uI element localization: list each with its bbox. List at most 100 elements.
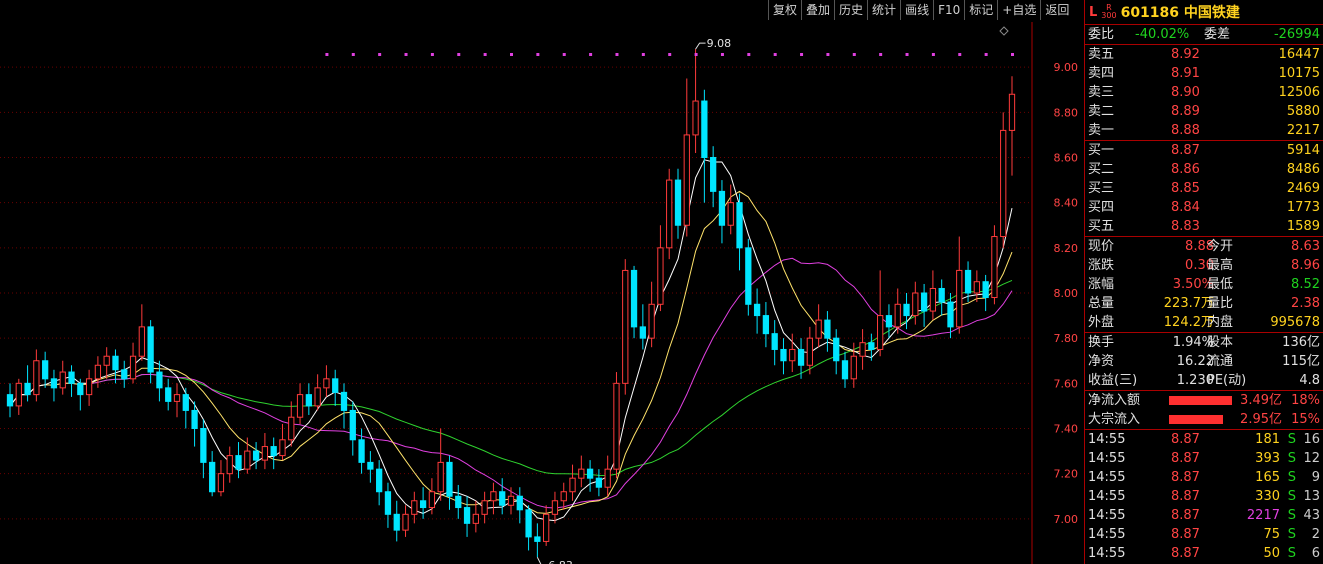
bid-label: 买三 <box>1088 181 1115 196</box>
candle-body <box>710 157 717 192</box>
candle-body <box>296 394 304 418</box>
candle-body <box>463 507 471 524</box>
candle-body <box>138 326 145 357</box>
candle-body <box>173 394 181 402</box>
candle-body <box>6 394 14 407</box>
toolbar-button[interactable]: +自选 <box>997 0 1040 20</box>
ask-row[interactable]: 卖一 8.88 2217 <box>1085 121 1323 140</box>
toolbar-button[interactable]: F10 <box>933 0 964 20</box>
bid-volume: 5914 <box>1286 143 1320 158</box>
stat-label: 流通 <box>1207 354 1234 369</box>
candle-body <box>780 348 787 362</box>
signal-marker <box>747 53 751 56</box>
candle-body <box>877 315 884 350</box>
kline-chart[interactable]: 9.00 8.80 8.60 8.40 8.20 8.00 7.80 7.60 7.40 7.20… <box>0 22 1084 564</box>
candle-body <box>885 315 893 328</box>
tick-price: 8.87 <box>1171 470 1200 485</box>
candle-body <box>578 468 585 479</box>
ask-row[interactable]: 卖三 8.90 12506 <box>1085 83 1323 102</box>
bid-row[interactable]: 买一 8.87 5914 <box>1085 141 1323 160</box>
candle-body <box>42 360 49 380</box>
bid-row[interactable]: 买二 8.86 8486 <box>1085 160 1323 179</box>
tick-count: 43 <box>1303 508 1320 523</box>
price-annotation: 6.83 <box>548 559 573 564</box>
candle-body <box>833 337 840 362</box>
candle-body <box>938 287 945 303</box>
candle-body <box>165 387 172 402</box>
signal-marker <box>641 53 645 56</box>
candle-body <box>753 303 761 317</box>
chart-toolbar: 复权 叠加 历史 统计 画线 F10 标记 +自选 返回 <box>768 0 1073 22</box>
bid-row[interactable]: 买五 8.83 1589 <box>1085 217 1323 236</box>
stat-value: 115亿 <box>1282 354 1320 369</box>
toolbar-button[interactable]: 叠加 <box>801 0 834 20</box>
signal-marker <box>800 53 804 56</box>
candle-body <box>499 491 506 506</box>
candle-body <box>156 371 163 389</box>
signal-marker <box>615 53 619 56</box>
tick-volume: 2217 <box>1246 508 1280 523</box>
bid-row[interactable]: 买三 8.85 2469 <box>1085 179 1323 198</box>
tick-row: 14:55 8.87 181 S 16 <box>1085 430 1323 449</box>
stat-value: 995678 <box>1270 315 1320 330</box>
candle-body <box>288 416 295 441</box>
candle-body <box>824 319 831 339</box>
stat-label: 股本 <box>1207 335 1234 350</box>
toolbar-button[interactable]: 标记 <box>964 0 997 20</box>
candle-body <box>947 301 954 328</box>
ask-volume: 10175 <box>1278 66 1320 81</box>
candle-body <box>182 394 189 411</box>
toolbar-button[interactable]: 复权 <box>768 0 801 20</box>
quote-panel: L R 300 601186 中国铁建 委比 -40.02% 委差 -26994… <box>1084 0 1323 564</box>
candle-body <box>68 371 75 384</box>
ask-price: 8.89 <box>1171 104 1200 119</box>
weibi-row: 委比 -40.02% 委差 -26994 <box>1085 25 1323 45</box>
bid-row[interactable]: 买四 8.84 1773 <box>1085 198 1323 217</box>
candle-body <box>200 428 207 463</box>
candle-body <box>543 513 550 542</box>
tick-price: 8.87 <box>1171 432 1200 447</box>
signal-marker <box>589 53 593 56</box>
candle-body <box>797 348 805 366</box>
tick-row: 14:55 8.87 165 S 9 <box>1085 468 1323 487</box>
candle-body <box>639 326 646 339</box>
candle-body <box>252 450 260 461</box>
candle-body <box>666 179 673 249</box>
ask-price: 8.88 <box>1171 123 1200 138</box>
tick-row: 14:55 8.87 2217 S 43 <box>1085 506 1323 525</box>
weibi-label: 委比 <box>1088 27 1115 42</box>
stock-code-name[interactable]: 601186 中国铁建 <box>1121 2 1240 22</box>
candle-body <box>1008 93 1016 131</box>
candle-body <box>112 355 119 371</box>
candle-body <box>630 269 638 328</box>
ask-row[interactable]: 卖四 8.91 10175 <box>1085 64 1323 83</box>
candle-body <box>33 360 40 396</box>
stat-label: 最高 <box>1207 258 1234 273</box>
candle-body <box>50 378 58 389</box>
ask-row[interactable]: 卖五 8.92 16447 <box>1085 45 1323 64</box>
tick-list[interactable]: 14:55 8.87 181 S 16 14:55 8.87 393 S 12 14:55 8.87 1… <box>1085 430 1323 563</box>
stat-label: 最低 <box>1207 277 1234 292</box>
ask-price: 8.91 <box>1171 66 1200 81</box>
tick-side: S <box>1287 508 1296 523</box>
toolbar-button[interactable]: 统计 <box>867 0 900 20</box>
bid-price: 8.85 <box>1171 181 1200 196</box>
candle-body <box>964 269 972 294</box>
bid-price: 8.87 <box>1171 143 1200 158</box>
stat-label: 净资 <box>1088 354 1115 369</box>
candle-body <box>367 461 374 470</box>
candle-body <box>314 387 321 407</box>
ask-row[interactable]: 卖二 8.89 5880 <box>1085 102 1323 121</box>
candle-body <box>1000 129 1007 238</box>
y-tick-label: 7.40 <box>1054 423 1079 436</box>
y-tick-label: 8.20 <box>1054 242 1079 255</box>
stat-value: 8.52 <box>1291 277 1320 292</box>
flow-row: 净流入额 3.49亿 18% <box>1085 391 1323 410</box>
candle-body <box>815 319 822 339</box>
candle-body <box>929 287 937 312</box>
toolbar-button[interactable]: 返回 <box>1040 0 1073 20</box>
tick-price: 8.87 <box>1171 451 1200 466</box>
toolbar-button[interactable]: 历史 <box>834 0 867 20</box>
toolbar-button[interactable]: 画线 <box>900 0 933 20</box>
ask-book: 卖五 8.92 16447 卖四 8.91 10175 卖三 8.90 12506 卖二 8.89 5… <box>1085 45 1323 141</box>
